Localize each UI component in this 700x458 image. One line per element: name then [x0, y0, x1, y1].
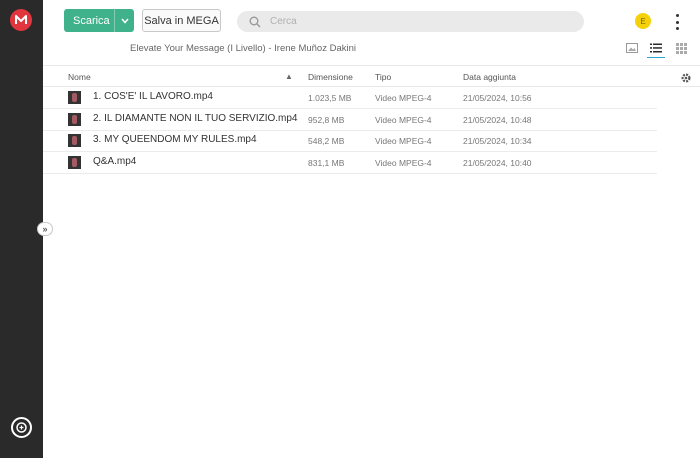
video-thumbnail [68, 134, 81, 147]
file-name: 2. IL DIAMANTE NON IL TUO SERVIZIO.mp4 [93, 113, 298, 124]
file-name: 3. MY QUEENDOM MY RULES.mp4 [93, 134, 257, 145]
chevron-down-icon[interactable] [115, 18, 134, 24]
more-options-icon[interactable] [674, 14, 680, 30]
transfer-manager-icon[interactable] [11, 417, 32, 438]
column-header-date[interactable]: Data aggiunta [463, 72, 516, 82]
file-size: 1.023,5 MB [308, 93, 352, 103]
search-icon [237, 16, 267, 28]
file-date: 21/05/2024, 10:40 [463, 158, 532, 168]
avatar[interactable]: E [635, 13, 651, 29]
sort-ascending-icon[interactable]: ▲ [285, 72, 293, 81]
video-thumbnail [68, 113, 81, 126]
download-button[interactable]: Scarica [64, 9, 134, 32]
file-type: Video MPEG-4 [375, 158, 432, 168]
search-bar[interactable] [237, 11, 584, 32]
breadcrumb-folder-name: Elevate Your Message (I Livello) - Irene… [130, 43, 357, 54]
mega-logo-icon[interactable] [10, 9, 32, 31]
file-size: 548,2 MB [308, 136, 345, 146]
mega-file-browser: » Scarica Salva in MEGA E Elevate Your M… [0, 0, 700, 458]
expand-sidebar-button[interactable]: » [37, 222, 53, 236]
file-size: 831,1 MB [308, 158, 345, 168]
column-settings-gear-icon[interactable] [680, 72, 692, 86]
save-to-mega-button[interactable]: Salva in MEGA [142, 9, 221, 32]
column-header-name[interactable]: Nome [68, 72, 91, 82]
column-header-type[interactable]: Tipo [375, 72, 391, 82]
table-row[interactable]: 1. COS'E' IL LAVORO.mp4 1.023,5 MB Video… [43, 87, 657, 109]
file-type: Video MPEG-4 [375, 115, 432, 125]
video-thumbnail [68, 91, 81, 104]
file-date: 21/05/2024, 10:56 [463, 93, 532, 103]
file-table-header: Nome ▲ Dimensione Tipo Data aggiunta [43, 65, 700, 87]
download-button-label: Scarica [73, 14, 110, 27]
file-type: Video MPEG-4 [375, 93, 432, 103]
column-header-size[interactable]: Dimensione [308, 72, 353, 82]
search-input[interactable] [267, 16, 557, 27]
table-row[interactable]: 2. IL DIAMANTE NON IL TUO SERVIZIO.mp4 9… [43, 109, 657, 131]
chevron-double-right-icon: » [42, 223, 48, 234]
file-name: Q&A.mp4 [93, 156, 137, 167]
table-row[interactable]: Q&A.mp4 831,1 MB Video MPEG-4 21/05/2024… [43, 152, 657, 174]
video-thumbnail [68, 156, 81, 169]
file-date: 21/05/2024, 10:48 [463, 115, 532, 125]
list-view-icon[interactable] [647, 41, 665, 58]
file-type: Video MPEG-4 [375, 136, 432, 146]
grid-view-icon[interactable] [674, 41, 688, 55]
table-row[interactable]: 3. MY QUEENDOM MY RULES.mp4 548,2 MB Vid… [43, 130, 657, 152]
file-size: 952,8 MB [308, 115, 345, 125]
file-date: 21/05/2024, 10:34 [463, 136, 532, 146]
file-name: 1. COS'E' IL LAVORO.mp4 [93, 91, 213, 102]
thumbnail-view-icon[interactable] [625, 41, 639, 55]
